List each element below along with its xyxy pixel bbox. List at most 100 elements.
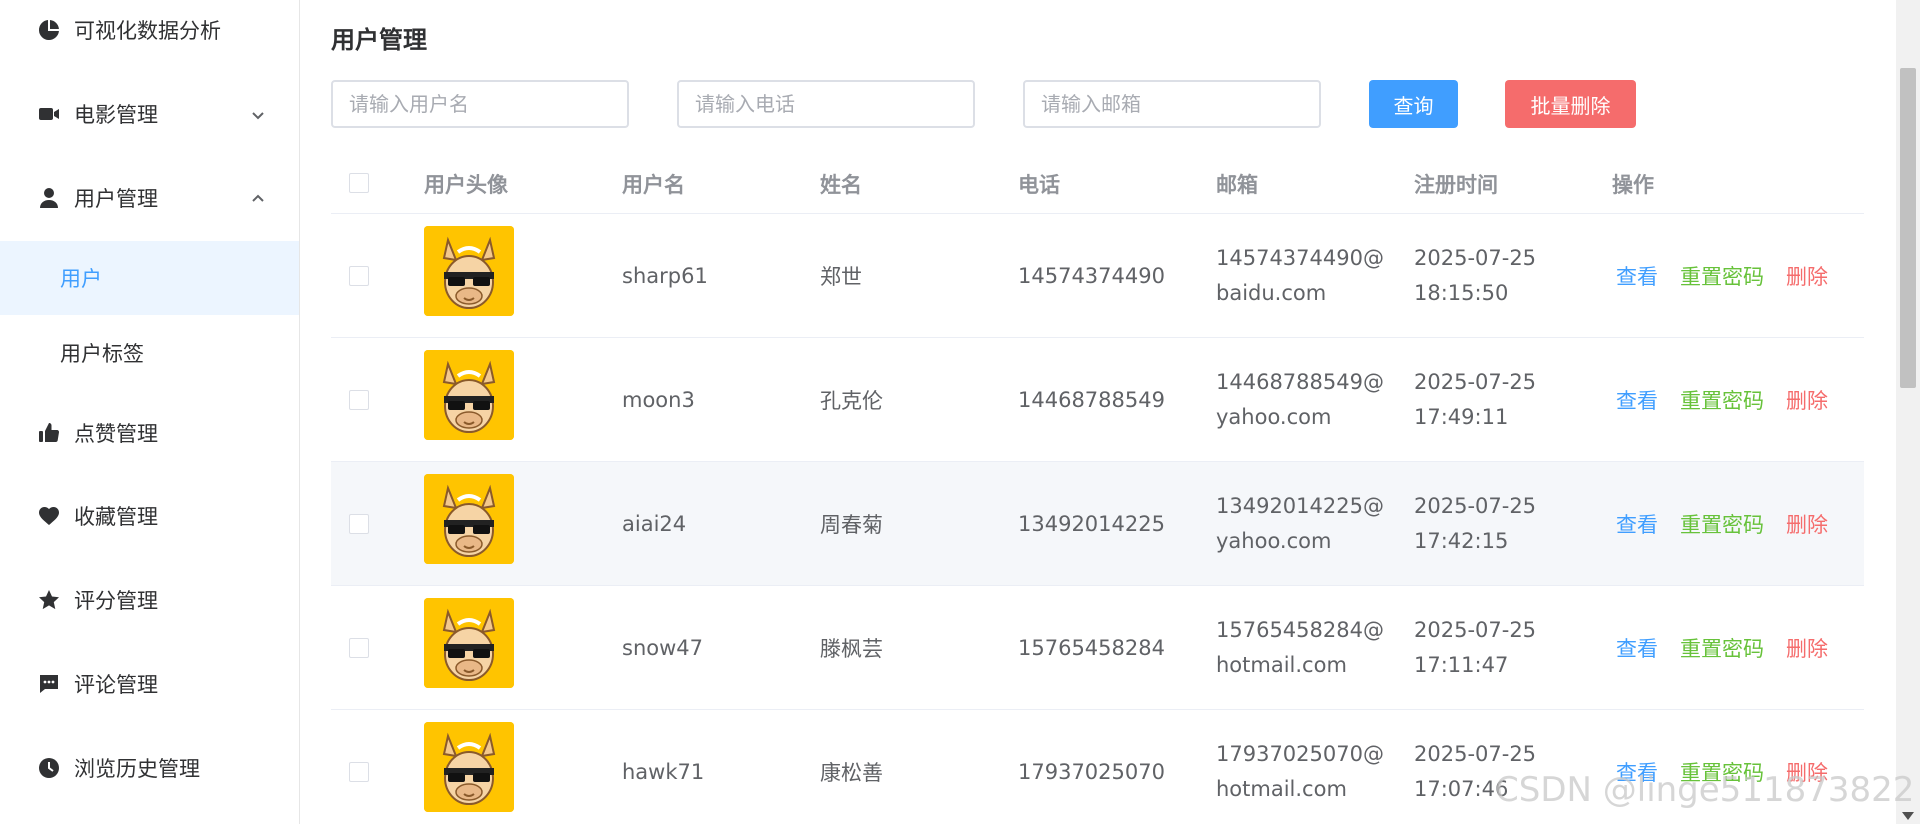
- header-username: 用户名: [622, 172, 685, 197]
- email-cell: 14468788549@ yahoo.com: [1216, 369, 1384, 429]
- sidebar-item-label: 评论管理: [74, 673, 158, 697]
- main-content: 用户管理 查询 批量删除 用户头像 用户名 姓名 电话 邮箱 注册时间 操作: [300, 0, 1896, 824]
- delete-button[interactable]: 删除: [1786, 509, 1828, 539]
- reset-password-button[interactable]: 重置密码: [1680, 261, 1764, 291]
- sidebar-item-label: 点赞管理: [74, 422, 158, 446]
- sidebar-subitem-label: 用户: [60, 267, 102, 291]
- sidebar-item-label: 浏览历史管理: [74, 757, 200, 781]
- phone-cell: 15765458284: [1018, 635, 1165, 660]
- vertical-scrollbar[interactable]: [1896, 0, 1920, 824]
- register-time-cell: 2025-07-25 17:11:47: [1414, 617, 1537, 677]
- sidebar-item-label: 用户管理: [74, 187, 158, 211]
- delete-button[interactable]: 删除: [1786, 757, 1828, 787]
- thumbs-up-icon: [36, 420, 62, 446]
- table-row[interactable]: snow47 滕枫芸 15765458284 15765458284@ hotm…: [331, 586, 1864, 710]
- query-button[interactable]: 查询: [1369, 80, 1458, 128]
- sidebar-item-history-management[interactable]: 浏览历史管理: [0, 740, 299, 796]
- page-title: 用户管理: [331, 26, 427, 54]
- email-cell: 15765458284@ hotmail.com: [1216, 617, 1384, 677]
- header-name: 姓名: [820, 172, 862, 197]
- cartoon-horse-avatar-icon: [424, 722, 514, 812]
- header-phone: 电话: [1018, 172, 1060, 197]
- clock-icon: [36, 755, 62, 781]
- table-row[interactable]: moon3 孔克伦 14468788549 14468788549@ yahoo…: [331, 338, 1864, 462]
- user-table: 用户头像 用户名 姓名 电话 邮箱 注册时间 操作 sharp61 郑世 145…: [331, 153, 1864, 824]
- row-checkbox[interactable]: [349, 638, 369, 658]
- star-icon: [36, 587, 62, 613]
- cartoon-horse-avatar-icon: [424, 474, 514, 564]
- scroll-down-arrow-icon[interactable]: [1902, 812, 1914, 820]
- reset-password-button[interactable]: 重置密码: [1680, 633, 1764, 663]
- table-row[interactable]: aiai24 周春菊 13492014225 13492014225@ yaho…: [331, 462, 1864, 586]
- reset-password-button[interactable]: 重置密码: [1680, 385, 1764, 415]
- sidebar-item-movie-management[interactable]: 电影管理: [0, 86, 299, 142]
- phone-cell: 14574374490: [1018, 263, 1165, 288]
- table-body: sharp61 郑世 14574374490 14574374490@ baid…: [331, 214, 1864, 824]
- header-email: 邮箱: [1216, 172, 1258, 197]
- user-avatar: [424, 598, 514, 688]
- header-actions: 操作: [1612, 172, 1654, 197]
- sidebar-item-data-analysis[interactable]: 可视化数据分析: [0, 2, 299, 58]
- actions-cell: 查看 重置密码 删除: [1616, 462, 1828, 585]
- select-all-checkbox[interactable]: [349, 173, 369, 193]
- cartoon-horse-avatar-icon: [424, 226, 514, 316]
- actions-cell: 查看 重置密码 删除: [1616, 214, 1828, 337]
- table-header: 用户头像 用户名 姓名 电话 邮箱 注册时间 操作: [331, 153, 1864, 214]
- cartoon-horse-avatar-icon: [424, 350, 514, 440]
- delete-button[interactable]: 删除: [1786, 261, 1828, 291]
- batch-delete-button[interactable]: 批量删除: [1505, 80, 1636, 128]
- sidebar: 可视化数据分析 电影管理 用户管理 用户 用户标签 点赞管理 收藏管理 评分管理…: [0, 0, 300, 824]
- scrollbar-thumb[interactable]: [1900, 68, 1916, 388]
- actions-cell: 查看 重置密码 删除: [1616, 710, 1828, 824]
- view-button[interactable]: 查看: [1616, 633, 1658, 663]
- chevron-up-icon: [249, 189, 267, 207]
- sidebar-subitem-users[interactable]: 用户: [0, 241, 299, 315]
- sidebar-item-user-management[interactable]: 用户管理: [0, 170, 299, 226]
- sidebar-subitem-user-tags[interactable]: 用户标签: [0, 316, 299, 390]
- user-avatar: [424, 722, 514, 812]
- video-camera-icon: [36, 101, 62, 127]
- delete-button[interactable]: 删除: [1786, 633, 1828, 663]
- comment-icon: [36, 671, 62, 697]
- view-button[interactable]: 查看: [1616, 261, 1658, 291]
- sidebar-item-comments-management[interactable]: 评论管理: [0, 656, 299, 712]
- user-icon: [36, 185, 62, 211]
- sidebar-item-likes-management[interactable]: 点赞管理: [0, 405, 299, 461]
- register-time-cell: 2025-07-25 18:15:50: [1414, 245, 1537, 305]
- row-checkbox[interactable]: [349, 514, 369, 534]
- username-search-input[interactable]: [331, 80, 629, 128]
- sidebar-item-ratings-management[interactable]: 评分管理: [0, 572, 299, 628]
- pie-chart-icon: [36, 17, 62, 43]
- name-cell: 郑世: [820, 264, 862, 289]
- register-time-cell: 2025-07-25 17:07:46: [1414, 741, 1537, 801]
- row-checkbox[interactable]: [349, 762, 369, 782]
- name-cell: 滕枫芸: [820, 636, 883, 661]
- view-button[interactable]: 查看: [1616, 385, 1658, 415]
- register-time-cell: 2025-07-25 17:49:11: [1414, 369, 1537, 429]
- reset-password-button[interactable]: 重置密码: [1680, 757, 1764, 787]
- user-avatar: [424, 474, 514, 564]
- email-search-input[interactable]: [1023, 80, 1321, 128]
- email-cell: 14574374490@ baidu.com: [1216, 245, 1384, 305]
- view-button[interactable]: 查看: [1616, 757, 1658, 787]
- view-button[interactable]: 查看: [1616, 509, 1658, 539]
- actions-cell: 查看 重置密码 删除: [1616, 586, 1828, 709]
- cartoon-horse-avatar-icon: [424, 598, 514, 688]
- phone-search-input[interactable]: [677, 80, 975, 128]
- username-cell: hawk71: [622, 759, 705, 784]
- reset-password-button[interactable]: 重置密码: [1680, 509, 1764, 539]
- phone-cell: 14468788549: [1018, 387, 1165, 412]
- actions-cell: 查看 重置密码 删除: [1616, 338, 1828, 461]
- username-cell: snow47: [622, 635, 703, 660]
- delete-button[interactable]: 删除: [1786, 385, 1828, 415]
- row-checkbox[interactable]: [349, 390, 369, 410]
- header-avatar: 用户头像: [424, 172, 508, 197]
- row-checkbox[interactable]: [349, 266, 369, 286]
- sidebar-item-label: 可视化数据分析: [74, 19, 221, 43]
- name-cell: 周春菊: [820, 512, 883, 537]
- table-row[interactable]: hawk71 康松善 17937025070 17937025070@ hotm…: [331, 710, 1864, 824]
- table-row[interactable]: sharp61 郑世 14574374490 14574374490@ baid…: [331, 214, 1864, 338]
- sidebar-subitem-label: 用户标签: [60, 342, 144, 366]
- name-cell: 康松善: [820, 760, 883, 785]
- sidebar-item-favorites-management[interactable]: 收藏管理: [0, 488, 299, 544]
